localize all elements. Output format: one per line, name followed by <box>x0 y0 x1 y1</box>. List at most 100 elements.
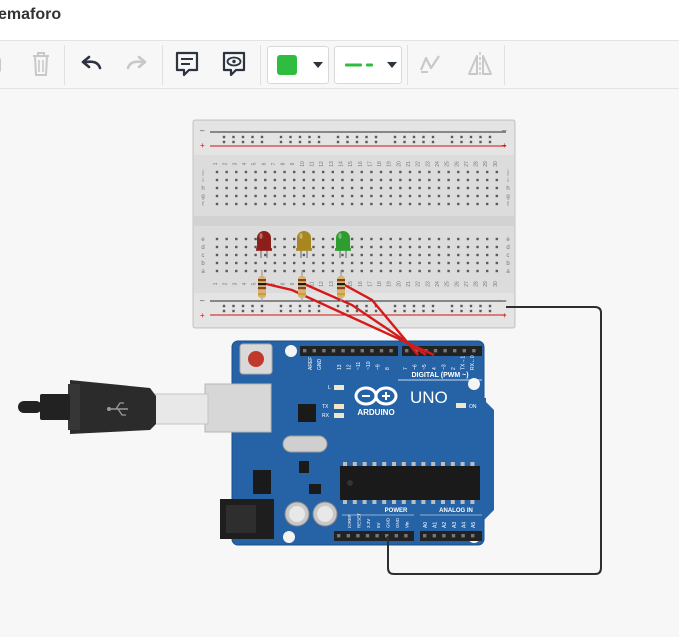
breadboard-hole[interactable] <box>466 202 470 206</box>
breadboard-hole[interactable] <box>428 237 431 241</box>
breadboard-hole[interactable] <box>244 194 248 198</box>
rail-hole[interactable] <box>412 135 416 139</box>
breadboard-hole[interactable] <box>283 202 286 206</box>
rail-hole[interactable] <box>469 309 473 313</box>
breadboard-hole[interactable] <box>379 194 383 198</box>
rail-hole[interactable] <box>336 135 340 139</box>
rail-hole[interactable] <box>260 304 264 308</box>
breadboard-hole[interactable] <box>495 202 499 206</box>
breadboard-hole[interactable] <box>370 186 373 190</box>
breadboard-hole[interactable] <box>360 170 363 174</box>
breadboard-hole[interactable] <box>293 261 296 265</box>
rail-hole[interactable] <box>289 135 292 139</box>
rail-hole[interactable] <box>232 135 235 139</box>
breadboard-hole[interactable] <box>495 237 499 241</box>
breadboard-hole[interactable] <box>264 186 267 190</box>
rail-hole[interactable] <box>403 304 406 308</box>
breadboard-hole[interactable] <box>399 170 402 174</box>
breadboard-hole[interactable] <box>350 170 354 174</box>
breadboard-hole[interactable] <box>418 269 421 273</box>
breadboard-hole[interactable] <box>399 186 402 190</box>
breadboard-hole[interactable] <box>495 261 499 265</box>
breadboard-hole[interactable] <box>408 269 412 273</box>
header-pin[interactable] <box>356 534 360 538</box>
breadboard-hole[interactable] <box>244 202 248 206</box>
header-pin[interactable] <box>322 349 326 353</box>
breadboard-hole[interactable] <box>312 253 315 257</box>
rail-hole[interactable] <box>241 304 245 308</box>
breadboard-hole[interactable] <box>273 253 277 257</box>
breadboard-hole[interactable] <box>312 178 315 182</box>
breadboard-hole[interactable] <box>350 245 354 249</box>
breadboard-hole[interactable] <box>486 269 489 273</box>
breadboard-hole[interactable] <box>264 178 267 182</box>
breadboard-hole[interactable] <box>457 253 460 257</box>
breadboard-hole[interactable] <box>244 269 248 273</box>
breadboard-hole[interactable] <box>486 253 489 257</box>
breadboard-hole[interactable] <box>360 261 363 265</box>
rail-hole[interactable] <box>251 135 254 139</box>
breadboard-hole[interactable] <box>350 261 354 265</box>
breadboard-hole[interactable] <box>457 194 460 198</box>
breadboard-hole[interactable] <box>389 202 392 206</box>
header-pin[interactable] <box>360 349 364 353</box>
breadboard-hole[interactable] <box>389 237 392 241</box>
breadboard-hole[interactable] <box>360 202 363 206</box>
header-pin[interactable] <box>341 349 345 353</box>
breadboard-hole[interactable] <box>360 269 363 273</box>
breadboard-hole[interactable] <box>466 237 470 241</box>
breadboard-hole[interactable] <box>495 269 499 273</box>
breadboard-hole[interactable] <box>341 170 344 174</box>
breadboard-hole[interactable] <box>457 269 460 273</box>
header-pin[interactable] <box>389 349 393 353</box>
header-pin[interactable] <box>404 534 408 538</box>
breadboard-hole[interactable] <box>408 178 412 182</box>
rail-hole[interactable] <box>431 309 435 313</box>
breadboard-hole[interactable] <box>321 253 325 257</box>
rail-hole[interactable] <box>393 140 397 144</box>
breadboard-hole[interactable] <box>350 178 354 182</box>
breadboard-hole[interactable] <box>418 253 421 257</box>
breadboard-hole[interactable] <box>321 194 325 198</box>
breadboard-hole[interactable] <box>331 178 334 182</box>
rail-hole[interactable] <box>460 304 463 308</box>
rail-hole[interactable] <box>374 309 378 313</box>
breadboard-hole[interactable] <box>476 269 479 273</box>
breadboard-hole[interactable] <box>283 194 286 198</box>
breadboard-hole[interactable] <box>428 245 431 249</box>
breadboard-hole[interactable] <box>312 237 315 241</box>
breadboard-hole[interactable] <box>273 202 277 206</box>
breadboard-hole[interactable] <box>466 261 470 265</box>
breadboard-hole[interactable] <box>302 178 306 182</box>
header-pin[interactable] <box>370 349 374 353</box>
breadboard-hole[interactable] <box>215 202 219 206</box>
breadboard-hole[interactable] <box>321 245 325 249</box>
breadboard-hole[interactable] <box>215 237 219 241</box>
breadboard-hole[interactable] <box>476 202 479 206</box>
breadboard-hole[interactable] <box>264 194 267 198</box>
breadboard-hole[interactable] <box>437 269 441 273</box>
rail-hole[interactable] <box>488 140 492 144</box>
breadboard-hole[interactable] <box>302 170 306 174</box>
breadboard-hole[interactable] <box>399 237 402 241</box>
breadboard-hole[interactable] <box>447 170 450 174</box>
rail-hole[interactable] <box>279 304 283 308</box>
breadboard-hole[interactable] <box>457 170 460 174</box>
breadboard-hole[interactable] <box>360 237 363 241</box>
breadboard-hole[interactable] <box>235 194 238 198</box>
breadboard-hole[interactable] <box>447 186 450 190</box>
breadboard-hole[interactable] <box>418 194 421 198</box>
breadboard-hole[interactable] <box>283 178 286 182</box>
breadboard-hole[interactable] <box>418 202 421 206</box>
rail-hole[interactable] <box>460 309 463 313</box>
breadboard-hole[interactable] <box>321 202 325 206</box>
rail-hole[interactable] <box>488 135 492 139</box>
breadboard-hole[interactable] <box>293 170 296 174</box>
breadboard-hole[interactable] <box>399 261 402 265</box>
breadboard-hole[interactable] <box>215 194 219 198</box>
header-pin[interactable] <box>337 534 341 538</box>
rail-hole[interactable] <box>365 135 368 139</box>
rail-hole[interactable] <box>260 135 264 139</box>
breadboard-hole[interactable] <box>341 194 344 198</box>
breadboard-hole[interactable] <box>244 253 248 257</box>
